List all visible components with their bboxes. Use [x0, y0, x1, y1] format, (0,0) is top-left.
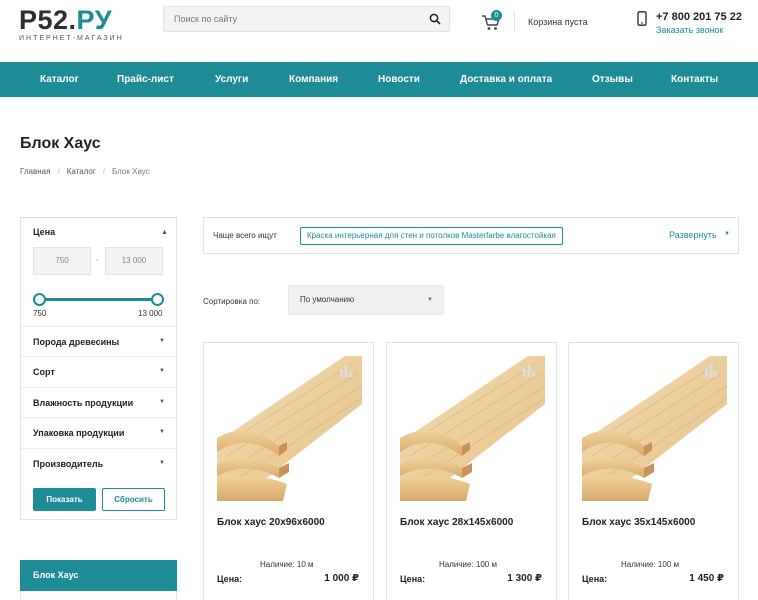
chevron-down-icon: ▼ — [159, 429, 165, 435]
main-nav: Каталог Прайс-лист Услуги Компания Новос… — [0, 62, 758, 97]
filter-humidity[interactable]: Влажность продукции ▼ — [21, 387, 176, 417]
nav-item-contacts[interactable]: Контакты — [671, 62, 718, 97]
filter-packaging[interactable]: Упаковка продукции ▼ — [21, 417, 176, 447]
price-label: Цена: — [400, 574, 426, 584]
filter-label: Сорт — [33, 367, 55, 377]
filter-manufacturer[interactable]: Производитель ▼ — [21, 448, 176, 478]
compare-icon[interactable] — [704, 365, 718, 377]
compare-icon[interactable] — [339, 365, 353, 377]
reset-button[interactable]: Сбросить — [102, 488, 165, 511]
filter-label: Влажность продукции — [33, 398, 134, 408]
product-card[interactable]: Блок хаус 28х145х6000 Наличие: 100 м Цен… — [386, 342, 557, 600]
sort-select[interactable]: По умолчанию ▼ — [288, 285, 444, 315]
sidebar-item-block-house[interactable]: Блок Хаус — [20, 560, 177, 591]
chevron-down-icon: ▼ — [427, 297, 433, 303]
price-label: Цена: — [217, 574, 243, 584]
search-icon[interactable] — [429, 13, 441, 25]
product-name[interactable]: Блок хаус 20х96х6000 — [217, 517, 325, 528]
filter-panel: Цена ▲ 750 - 13 000 750 13 000 Порода др… — [20, 217, 177, 520]
nav-item-news[interactable]: Новости — [378, 62, 420, 97]
compare-icon[interactable] — [522, 365, 536, 377]
logo-text: Р52.РУ — [19, 5, 112, 35]
filter-label: Порода древесины — [33, 337, 120, 347]
filter-label: Упаковка продукции — [33, 428, 125, 438]
breadcrumb-catalog[interactable]: Каталог — [67, 167, 96, 176]
product-card[interactable]: Блок хаус 20х96х6000 Наличие: 10 м Цена:… — [203, 342, 374, 600]
expand-link[interactable]: Развернуть — [669, 230, 717, 240]
nav-item-services[interactable]: Услуги — [215, 62, 248, 97]
price-max-input[interactable]: 13 000 — [105, 247, 163, 275]
sort-selected-value: По умолчанию — [300, 295, 355, 304]
breadcrumb: Главная / Каталог / Блок Хаус — [20, 167, 150, 176]
filter-wood-type[interactable]: Порода древесины ▼ — [21, 326, 176, 356]
breadcrumb-current: Блок Хаус — [112, 167, 150, 176]
price-slider-track[interactable] — [39, 298, 158, 301]
search-input[interactable] — [164, 7, 404, 31]
product-card[interactable]: Блок хаус 35х145х6000 Наличие: 100 м Цен… — [568, 342, 739, 600]
product-price: 1 450 ₽ — [689, 573, 724, 584]
slider-max-label: 13 000 — [138, 309, 163, 318]
product-price: 1 300 ₽ — [507, 573, 542, 584]
phone-icon — [637, 11, 647, 26]
chevron-down-icon: ▼ — [159, 368, 165, 374]
product-availability: Наличие: 100 м — [439, 560, 497, 569]
filter-grade[interactable]: Сорт ▼ — [21, 356, 176, 386]
sort-label: Сортировка по: — [203, 297, 261, 306]
breadcrumb-home[interactable]: Главная — [20, 167, 50, 176]
nav-item-price-list[interactable]: Прайс-лист — [117, 62, 174, 97]
price-slider-min-handle[interactable] — [33, 293, 46, 306]
product-name[interactable]: Блок хаус 28х145х6000 — [400, 517, 513, 528]
cart-count-badge: 0 — [491, 10, 502, 21]
logo[interactable]: Р52.РУ ИНТЕРНЕТ-МАГАЗИН — [19, 6, 124, 42]
nav-item-catalog[interactable]: Каталог — [40, 62, 79, 97]
product-availability: Наличие: 100 м — [621, 560, 679, 569]
site-header: Р52.РУ ИНТЕРНЕТ-МАГАЗИН 0 Корзина пуста … — [0, 0, 758, 62]
sidebar-menu-border — [20, 591, 177, 600]
chevron-down-icon: ▼ — [159, 460, 165, 466]
price-slider-max-handle[interactable] — [151, 293, 164, 306]
phone-number[interactable]: +7 800 201 75 22 — [656, 11, 742, 23]
callback-link[interactable]: Заказать звонок — [656, 25, 723, 35]
page-title: Блок Хаус — [20, 135, 101, 152]
nav-item-company[interactable]: Компания — [289, 62, 338, 97]
search-tag[interactable]: Краска интерьерная для стен и потолков M… — [300, 227, 563, 245]
often-searched-bar: Чаще всего ищут Краска интерьерная для с… — [203, 217, 739, 254]
search-box — [163, 6, 450, 32]
show-button[interactable]: Показать — [33, 488, 96, 511]
product-image[interactable] — [217, 356, 362, 501]
slider-min-label: 750 — [33, 309, 47, 318]
chevron-down-icon: ▼ — [159, 338, 165, 344]
chevron-down-icon[interactable]: ▼ — [724, 231, 730, 237]
product-availability: Наличие: 10 м — [260, 560, 314, 569]
product-name[interactable]: Блок хаус 35х145х6000 — [582, 517, 695, 528]
chevron-up-icon[interactable]: ▲ — [161, 229, 168, 236]
product-image[interactable] — [400, 356, 545, 501]
cart-status[interactable]: Корзина пуста — [528, 17, 588, 27]
price-filter-title[interactable]: Цена — [33, 227, 55, 237]
nav-item-reviews[interactable]: Отзывы — [592, 62, 633, 97]
price-min-input[interactable]: 750 — [33, 247, 91, 275]
often-searched-label: Чаще всего ищут — [213, 231, 277, 240]
range-dash: - — [96, 255, 99, 264]
divider — [514, 10, 515, 32]
price-label: Цена: — [582, 574, 608, 584]
product-image[interactable] — [582, 356, 727, 501]
chevron-down-icon: ▼ — [159, 399, 165, 405]
filter-label: Производитель — [33, 459, 104, 469]
nav-item-delivery[interactable]: Доставка и оплата — [460, 62, 552, 97]
logo-subtitle: ИНТЕРНЕТ-МАГАЗИН — [19, 35, 124, 42]
product-price: 1 000 ₽ — [324, 573, 359, 584]
